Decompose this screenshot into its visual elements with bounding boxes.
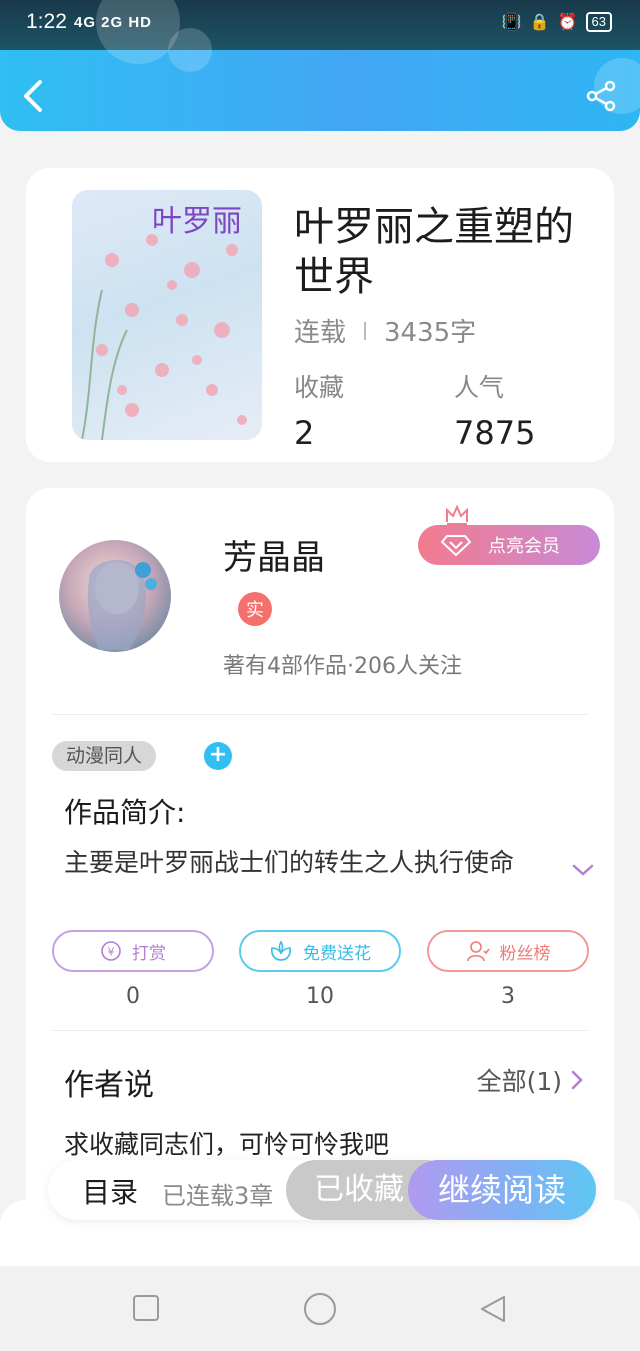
chapter-count: 已连载3章 [162, 1182, 274, 1210]
real-name-badge: 实 [238, 592, 272, 626]
chevron-down-icon[interactable] [571, 862, 595, 878]
cover-title: 叶罗丽 [152, 204, 242, 239]
chevron-right-icon [571, 1070, 583, 1090]
divider [52, 714, 588, 715]
fan-rank-button[interactable]: 粉丝榜 [427, 930, 589, 972]
intro-text: 主要是叶罗丽战士们的转生之人执行使命 [64, 848, 515, 877]
share-icon[interactable] [586, 80, 618, 112]
author-name[interactable]: 芳晶晶 [223, 530, 325, 579]
vip-label: 点亮会员 [488, 536, 560, 557]
decor-bubble [168, 28, 212, 72]
diamond-icon [441, 535, 471, 556]
tip-count: 0 [126, 984, 140, 1009]
bottom-action-bar: 目录 已连载3章 已收藏 继续阅读 [48, 1160, 596, 1220]
battery-indicator: 63 [585, 12, 612, 32]
triangle-back-icon[interactable] [478, 1294, 508, 1324]
avatar[interactable] [59, 540, 171, 652]
vip-button[interactable]: 点亮会员 [418, 525, 600, 565]
intro-label: 作品简介: [64, 796, 186, 829]
divider [52, 1030, 588, 1031]
send-flower-button[interactable]: 免费送花 [239, 930, 401, 972]
favorites-value: 2 [294, 414, 315, 452]
book-info-card: 叶罗丽 叶罗丽之重塑的世界 连载 3435字 收藏 2 人气 7875 [26, 168, 614, 462]
continue-reading-button[interactable]: 继续阅读 [408, 1160, 596, 1220]
view-all-link[interactable]: 全部(1) [477, 1062, 584, 1098]
fan-count: 3 [501, 984, 515, 1009]
vibrate-icon: 📳 [501, 14, 522, 31]
book-cover[interactable]: 叶罗丽 [72, 190, 262, 440]
yen-coin-icon: ¥ [101, 941, 121, 961]
send-flower-label: 免费送花 [303, 943, 371, 964]
author-stats: 著有4部作品·206人关注 [223, 654, 462, 679]
system-nav-bar [0, 1266, 640, 1351]
flower-icon [271, 940, 291, 961]
book-title: 叶罗丽之重塑的世界 [294, 204, 574, 300]
favorites-label: 收藏 [294, 373, 345, 402]
crown-icon [446, 504, 468, 525]
genre-tag[interactable]: 动漫同人 [52, 741, 157, 771]
view-all-label: 全部(1) [476, 1067, 562, 1096]
svg-text:¥: ¥ [108, 946, 115, 959]
book-meta: 连载 3435字 [294, 312, 476, 349]
author-message: 求收藏同志们，可怜可怜我吧 [64, 1130, 390, 1159]
tip-button[interactable]: ¥ 打赏 [52, 930, 214, 972]
word-count: 3435字 [384, 318, 477, 348]
decor-bubble [96, 0, 180, 64]
avatar-art [87, 560, 157, 650]
fan-user-icon [466, 941, 490, 962]
lock-icon: 🔒 [529, 14, 550, 31]
status-icons: 📳 🔒 ⏰ 63 [502, 12, 612, 32]
author-says-title: 作者说 [64, 1068, 154, 1103]
network-indicator: 4G 2G HD [74, 14, 153, 31]
popularity-value: 7875 [454, 414, 536, 452]
toc-button[interactable]: 目录 [82, 1171, 138, 1211]
tip-label: 打赏 [132, 943, 166, 964]
meta-divider [364, 321, 367, 340]
popularity-label: 人气 [454, 373, 505, 402]
serial-status: 连载 [294, 318, 347, 348]
top-header: 1:22 4G 2G HD 📳 🔒 ⏰ 63 [0, 0, 640, 131]
author-card: 芳晶晶 点亮会员 实 著有4部作品·206人关注 动漫同人 + 作品简介: 主要… [26, 488, 614, 1268]
alarm-icon: ⏰ [557, 14, 578, 31]
fan-rank-label: 粉丝榜 [499, 943, 551, 964]
flower-count: 10 [306, 984, 334, 1009]
chevron-left-icon[interactable] [20, 78, 50, 114]
square-icon[interactable] [132, 1294, 160, 1322]
circle-icon[interactable] [303, 1292, 337, 1326]
add-tag-icon[interactable]: + [204, 742, 232, 770]
status-time: 1:22 [26, 10, 67, 33]
